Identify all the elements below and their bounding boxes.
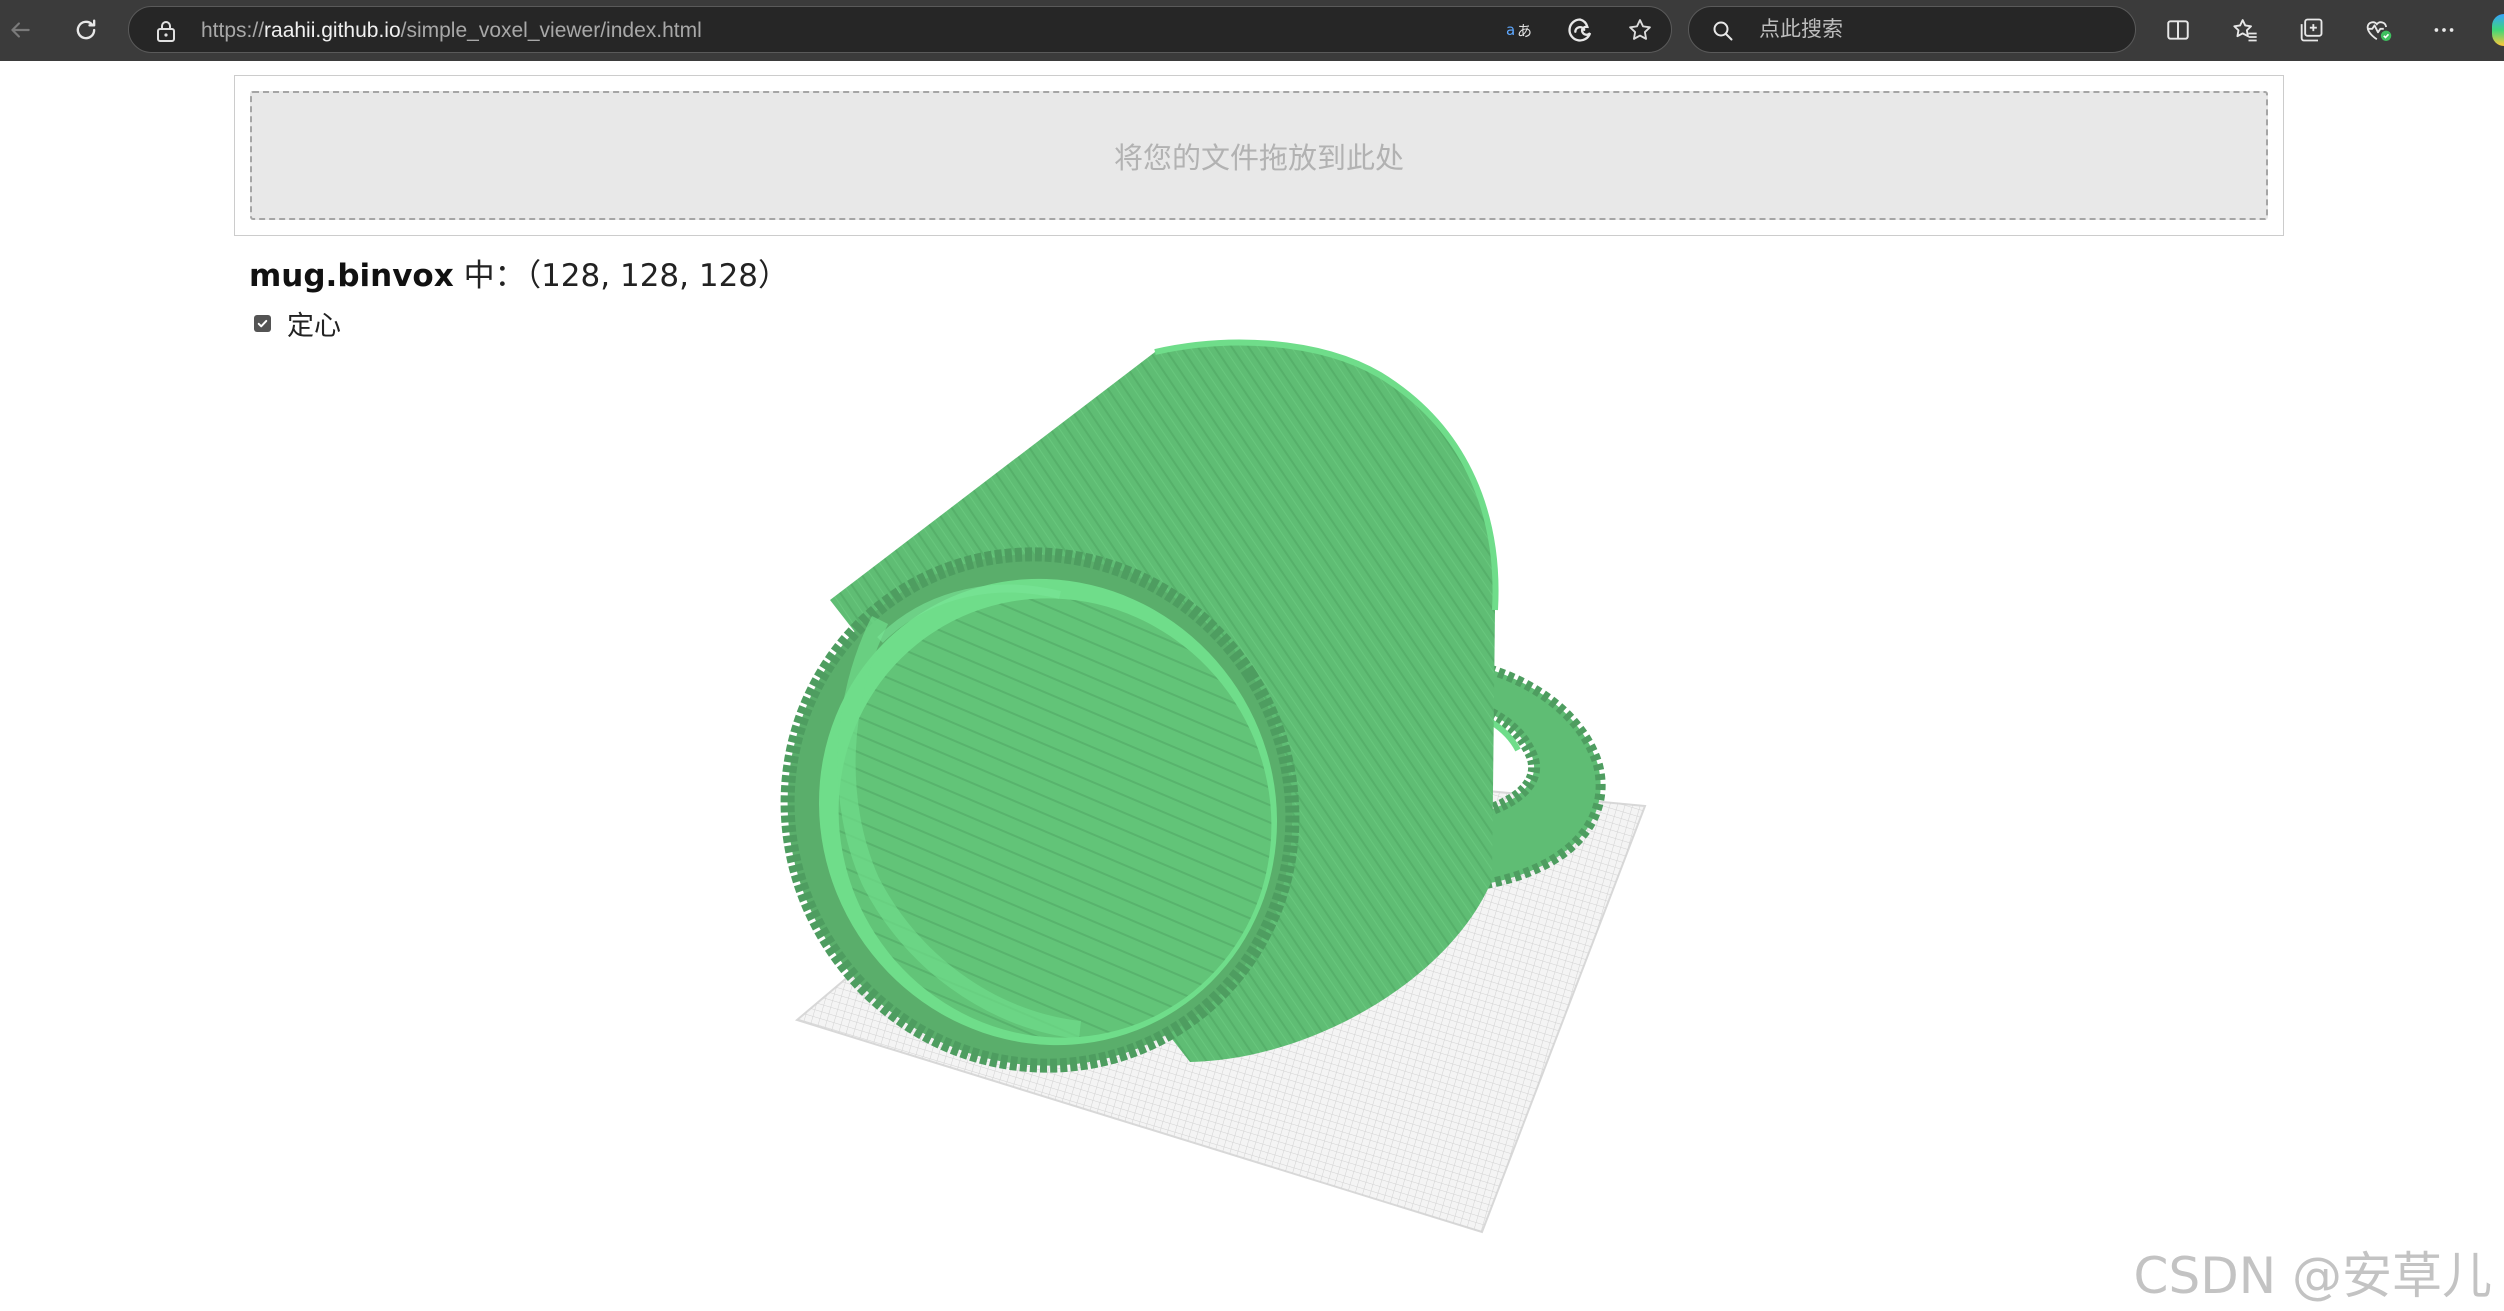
read-aloud-button[interactable]: a あ [1504,15,1534,45]
split-screen-icon [2167,20,2189,40]
url-text[interactable]: https://raahii.github.io/simple_voxel_vi… [201,7,702,54]
favorites-button[interactable] [2225,10,2265,50]
browser-essentials-button[interactable] [2358,10,2398,50]
search-icon [1711,19,1735,48]
favorites-icon [2233,19,2257,42]
back-button[interactable] [0,10,40,50]
split-screen-button[interactable] [2158,10,2198,50]
edge-button[interactable] [1565,15,1595,45]
voxel-viewer-canvas[interactable] [0,330,2504,1270]
collections-button[interactable] [2291,10,2331,50]
drop-area-container: 将您的文件拖放到此处 [234,75,2284,236]
url-host: raahii.github.io [264,19,401,42]
read-aloud-icon: a あ [1506,21,1532,40]
edge-icon [1568,18,1592,42]
url-path: /simple_voxel_viewer/index.html [400,19,702,42]
star-icon [1629,19,1651,40]
more-icon [2434,28,2454,32]
file-name: mug.binvox [249,258,454,294]
file-dimensions: 中：（128, 128, 128） [453,258,790,294]
svg-text:a: a [1506,21,1515,39]
lock-icon[interactable] [155,19,177,48]
address-bar[interactable]: https://raahii.github.io/simple_voxel_vi… [128,6,1672,53]
search-placeholder: 点此搜索 [1759,18,1843,41]
drop-zone-label: 将您的文件拖放到此处 [1113,140,1404,175]
svg-text:あ: あ [1517,22,1532,40]
browser-toolbar: https://raahii.github.io/simple_voxel_vi… [0,0,2504,61]
reload-icon [76,19,96,40]
favorite-button[interactable] [1625,15,1655,45]
more-button[interactable] [2424,10,2464,50]
collections-icon [2300,18,2323,42]
checkmark-icon [257,319,268,328]
reload-button[interactable] [66,10,106,50]
watermark: CSDN @安草儿 [2133,1247,2492,1305]
heart-pulse-icon [2366,21,2392,41]
copilot-icon[interactable] [2492,14,2504,46]
url-scheme: https:// [201,19,265,42]
search-box[interactable]: 点此搜索 [1688,6,2136,53]
file-drop-zone[interactable]: 将您的文件拖放到此处 [250,91,2268,220]
file-info: mug.binvox 中：（128, 128, 128） [249,250,789,295]
back-arrow-icon [11,22,30,38]
